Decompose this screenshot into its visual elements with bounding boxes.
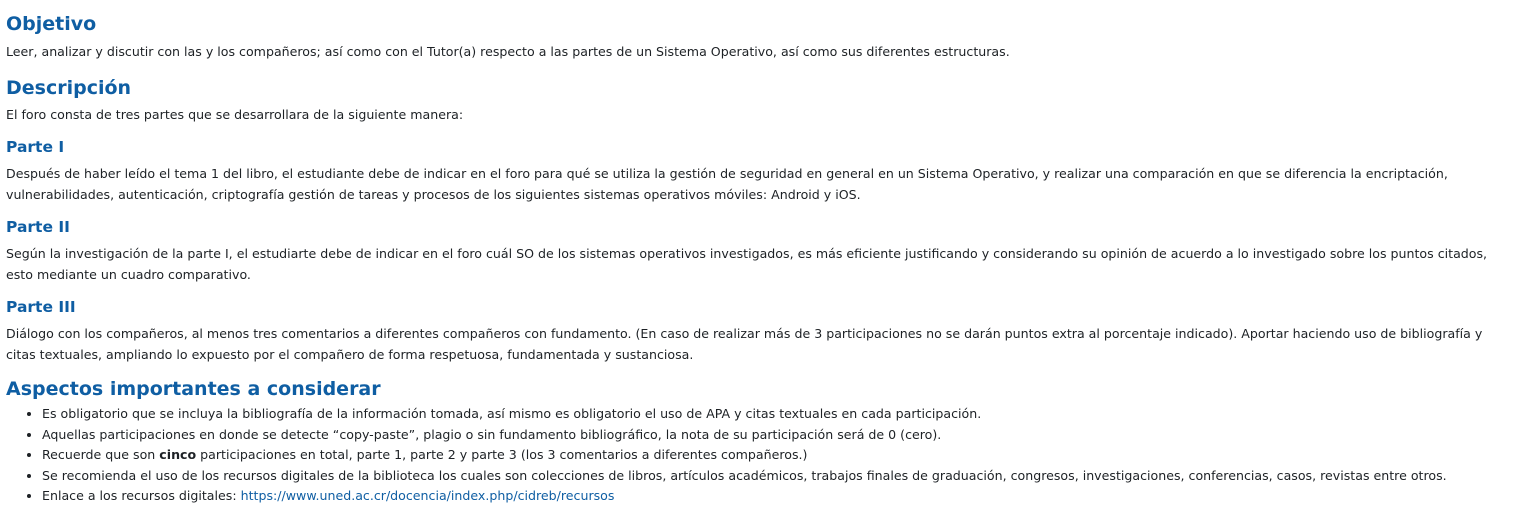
aspectos-section: Aspectos importantes a considerar Es obl… [6,376,1508,507]
list-item: Aquellas participaciones en donde se det… [42,425,1508,446]
objetivo-text: Leer, analizar y discutir con las y los … [6,44,1010,59]
descripcion-section: Descripción El foro consta de tres parte… [6,75,1508,125]
list-item-text: participaciones en total, parte 1, parte… [196,447,808,462]
aspectos-heading: Aspectos importantes a considerar [6,378,381,400]
list-item: Enlace a los recursos digitales: https:/… [42,486,1508,507]
descripcion-heading: Descripción [6,77,132,99]
objetivo-section: Objetivo Leer, analizar y discutir con l… [6,11,1508,62]
recursos-digitales-link[interactable]: https://www.uned.ac.cr/docencia/index.ph… [241,488,615,503]
emphasis-text: cinco [159,447,197,462]
parte-1-heading: Parte I [6,138,65,156]
descripcion-text: El foro consta de tres partes que se des… [6,107,464,122]
parte-1-text: Después de haber leído el tema 1 del lib… [6,166,1448,202]
objetivo-heading: Objetivo [6,13,97,35]
list-item-text: Recuerde que son [42,447,160,462]
parte-3-text: Diálogo con los compañeros, al menos tre… [6,326,1483,362]
parte-3-heading: Parte III [6,298,76,316]
parte-2-text: Según la investigación de la parte I, el… [6,246,1488,282]
list-item: Es obligatorio que se incluya la bibliog… [42,404,1508,425]
list-item: Se recomienda el uso de los recursos dig… [42,466,1508,487]
parte-1-section: Parte I Después de haber leído el tema 1… [6,136,1508,205]
parte-2-section: Parte II Según la investigación de la pa… [6,216,1508,285]
aspectos-list: Es obligatorio que se incluya la bibliog… [6,404,1508,507]
list-item-text: Enlace a los recursos digitales: [42,488,241,503]
page-content: Objetivo Leer, analizar y discutir con l… [0,0,1514,507]
list-item: Recuerde que son cinco participaciones e… [42,445,1508,466]
parte-3-section: Parte III Diálogo con los compañeros, al… [6,296,1508,365]
parte-2-heading: Parte II [6,218,70,236]
